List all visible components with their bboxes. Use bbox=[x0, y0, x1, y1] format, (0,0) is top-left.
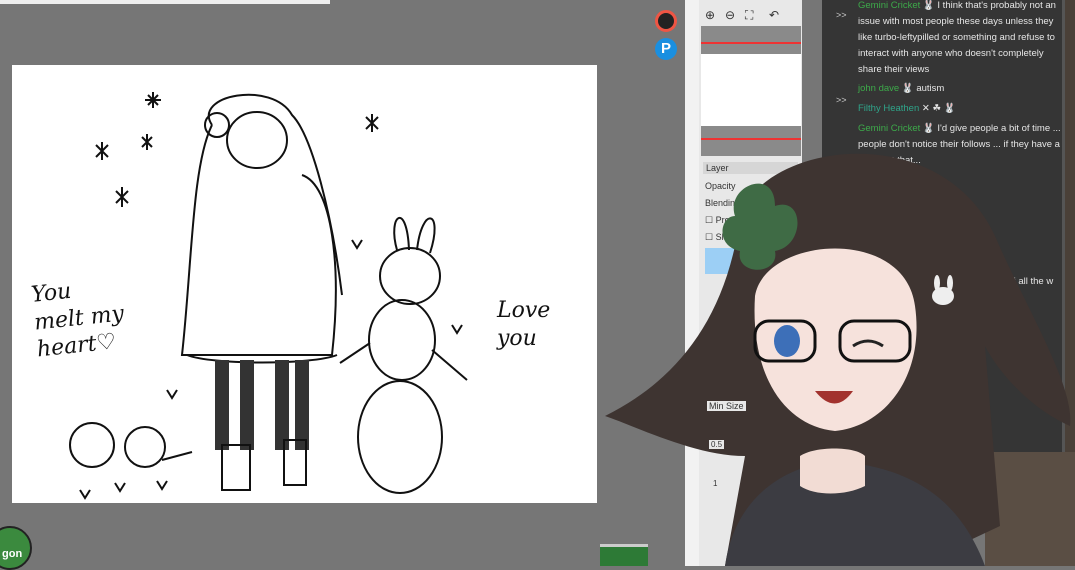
top-bar bbox=[0, 0, 330, 4]
snowflake-icon bbox=[95, 142, 109, 160]
snowflake-icon bbox=[145, 92, 161, 108]
snowflake-icon bbox=[365, 114, 379, 132]
rotate-icon[interactable]: ↶ bbox=[769, 8, 779, 22]
snowflake-icon bbox=[115, 187, 129, 207]
handwritten-text-left: You melt my heart♡ bbox=[30, 278, 126, 363]
brush-size-option[interactable]: 1 bbox=[711, 479, 720, 488]
snowflake-icon bbox=[141, 134, 153, 150]
chat-message: john dave 🐰 autism bbox=[858, 83, 945, 94]
chat-arrow: >> bbox=[836, 95, 847, 105]
logo: gon bbox=[0, 526, 32, 570]
brush-size-option[interactable]: 0.5 bbox=[709, 440, 725, 449]
drawing-canvas[interactable]: You melt my heart♡ Love you bbox=[12, 65, 597, 503]
brush-size-label: Min Size bbox=[707, 401, 746, 411]
vtuber-avatar bbox=[605, 153, 1071, 566]
chat-message: Gemini Cricket 🐰 I think that's probably… bbox=[858, 0, 1056, 75]
chat-arrow: >> bbox=[836, 10, 847, 20]
chat-message: Filthy Heathen ✕ ☘ 🐰 bbox=[858, 103, 956, 114]
zoom-out-icon[interactable]: ⊖ bbox=[725, 8, 735, 22]
handwritten-text-right: Love you bbox=[497, 298, 551, 351]
zoom-in-icon[interactable]: ⊕ bbox=[705, 8, 715, 22]
penguin-icon[interactable] bbox=[655, 10, 677, 32]
fit-icon[interactable]: ⛶ bbox=[745, 8, 753, 23]
p-icon[interactable]: P bbox=[655, 38, 677, 60]
can-icon bbox=[600, 544, 648, 566]
